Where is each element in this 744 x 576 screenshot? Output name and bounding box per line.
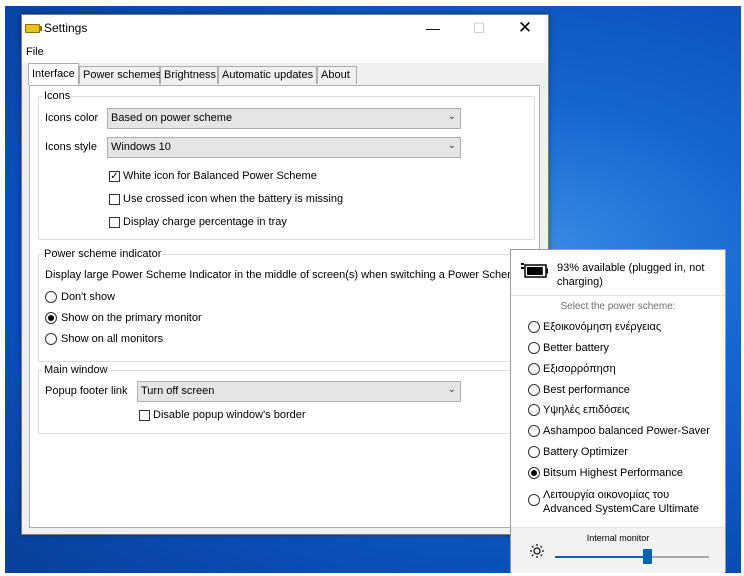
tab-brightness[interactable]: Brightness <box>160 66 218 84</box>
popup-footer-value: Turn off screen <box>141 385 215 397</box>
scheme-label: Best performance <box>543 384 630 396</box>
monitor-label: Internal monitor <box>586 533 650 543</box>
icons-group-title: Icons <box>43 90 72 102</box>
tab-power-schemes[interactable]: Power schemes <box>79 66 161 84</box>
white-icon-checkbox[interactable]: ✓ <box>109 171 120 182</box>
charge-percentage-label: Display charge percentage in tray <box>123 216 287 228</box>
scheme-radio[interactable] <box>528 494 540 506</box>
scheme-label: Battery Optimizer <box>543 446 628 458</box>
indicator-description: Display large Power Scheme Indicator in … <box>45 269 523 281</box>
tab-about[interactable]: About <box>317 66 357 84</box>
radio-all-monitors[interactable] <box>45 333 57 345</box>
primary-monitor-label: Show on the primary monitor <box>61 312 202 324</box>
settings-window: Settings — ☐ ✕ File Interface Power sche… <box>21 14 549 535</box>
brightness-sun-icon[interactable] <box>530 544 544 558</box>
power-scheme-popup: 93% available (plugged in, not charging)… <box>510 249 726 574</box>
scheme-label: Bitsum Highest Performance <box>543 467 683 479</box>
scheme-radio[interactable] <box>528 425 540 437</box>
main-window-group-title: Main window <box>43 364 109 376</box>
scheme-radio[interactable] <box>528 446 540 458</box>
icons-color-dropdown[interactable]: Based on power scheme ⌄ <box>107 108 461 129</box>
window-title: Settings <box>44 21 88 35</box>
scheme-radio[interactable] <box>528 384 540 396</box>
radio-primary-monitor[interactable] <box>45 312 57 324</box>
tab-automatic-updates[interactable]: Automatic updates <box>218 66 317 84</box>
icons-group: Icons Icons color Based on power scheme … <box>38 90 535 240</box>
charge-percentage-checkbox[interactable] <box>109 217 120 228</box>
battery-plugged-icon <box>521 263 548 278</box>
tab-interface[interactable]: Interface <box>28 63 79 85</box>
dont-show-label: Don't show <box>61 291 116 303</box>
popup-footer-dropdown[interactable]: Turn off screen ⌄ <box>137 381 461 402</box>
scheme-label-line2: Advanced SystemCare Ultimate <box>543 503 699 515</box>
chevron-down-icon: ⌄ <box>447 384 456 395</box>
scheme-label: Ashampoo balanced Power-Saver <box>543 425 710 437</box>
scheme-radio[interactable] <box>528 321 540 333</box>
scheme-radio[interactable] <box>528 404 540 416</box>
interface-tab-page: Icons Icons color Based on power scheme … <box>29 85 540 528</box>
brightness-slider-fill <box>555 556 648 558</box>
icons-style-value: Windows 10 <box>111 141 171 153</box>
divider <box>511 295 725 296</box>
minimize-button[interactable]: — <box>410 15 456 43</box>
popup-footer-label: Popup footer link <box>45 385 128 397</box>
menu-bar: File <box>22 43 548 63</box>
radio-dont-show[interactable] <box>45 291 57 303</box>
icons-style-label: Icons style <box>45 141 97 153</box>
icons-color-value: Based on power scheme <box>111 112 233 124</box>
scheme-radio[interactable] <box>528 467 540 479</box>
battery-app-icon <box>25 24 42 33</box>
power-scheme-indicator-group: Power scheme indicator Display large Pow… <box>38 248 535 362</box>
crossed-icon-label: Use crossed icon when the battery is mis… <box>123 193 344 205</box>
scheme-radio[interactable] <box>528 363 540 375</box>
scheme-label: Εξοικονόμηση ενέργειας <box>543 321 662 333</box>
chevron-down-icon: ⌄ <box>447 140 456 151</box>
scheme-label: Λειτουργία οικονομίας του <box>543 489 670 501</box>
select-scheme-title: Select the power scheme: <box>560 301 676 312</box>
menu-file[interactable]: File <box>26 46 44 58</box>
battery-status-text: 93% available (plugged in, not charging) <box>557 262 705 288</box>
scheme-radio[interactable] <box>528 342 540 354</box>
icons-style-dropdown[interactable]: Windows 10 ⌄ <box>107 137 461 158</box>
white-icon-label: White icon for Balanced Power Scheme <box>123 170 317 182</box>
scheme-label: Εξισορρόπηση <box>543 363 616 375</box>
close-button[interactable]: ✕ <box>502 15 548 43</box>
scheme-label: Better battery <box>543 342 610 354</box>
popup-footer: Internal monitor <box>511 527 725 574</box>
title-bar[interactable]: Settings — ☐ ✕ <box>22 15 548 43</box>
main-window-group: Main window Popup footer link Turn off s… <box>38 364 535 434</box>
brightness-slider-thumb[interactable] <box>643 549 653 564</box>
disable-border-label: Disable popup window's border <box>153 409 306 421</box>
disable-border-checkbox[interactable] <box>139 410 150 421</box>
maximize-button[interactable]: ☐ <box>456 15 502 43</box>
crossed-icon-checkbox[interactable] <box>109 194 120 205</box>
indicator-group-title: Power scheme indicator <box>43 248 163 260</box>
scheme-label: Υψηλές επιδόσεις <box>543 404 630 416</box>
chevron-down-icon: ⌄ <box>447 111 456 122</box>
all-monitors-label: Show on all monitors <box>61 333 164 345</box>
icons-color-label: Icons color <box>45 112 99 124</box>
